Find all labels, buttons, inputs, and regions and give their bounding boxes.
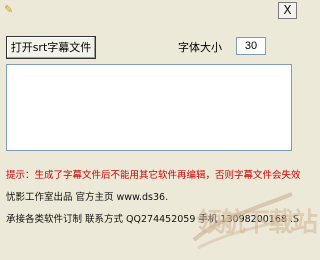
studio-text: 忧影工作室出品 官方主页 www.ds36. (6, 192, 169, 203)
font-size-input[interactable] (236, 37, 266, 55)
tip-text: 提示：生成了字幕文件后不能用其它软件再编辑，否则字幕文件会失效 (6, 170, 301, 181)
subtitle-text-area[interactable] (6, 64, 292, 151)
watermark-logo: 领航下载站 (188, 188, 318, 256)
open-srt-button[interactable]: 打开srt字幕文件 (6, 36, 96, 59)
app-icon: ✎ (4, 3, 14, 16)
watermark-text: 领航下载站 (196, 208, 318, 238)
close-button[interactable]: X (278, 2, 297, 19)
font-size-label: 字体大小 (178, 41, 222, 54)
